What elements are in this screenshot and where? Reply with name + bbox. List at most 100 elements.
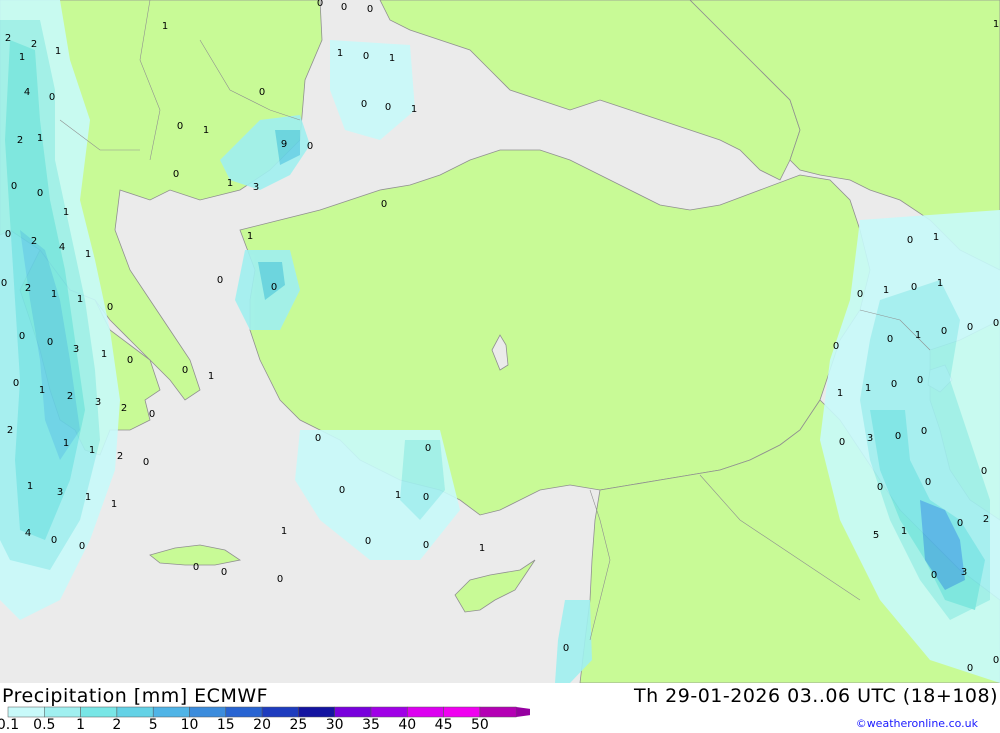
legend-swatch	[116, 706, 154, 718]
precip-value-label: 0	[425, 443, 431, 454]
legend-swatch	[80, 706, 118, 718]
precip-value-label: 4	[59, 242, 65, 253]
legend-tick-label: 10	[180, 717, 199, 733]
legend-swatch	[44, 706, 81, 718]
precip-value-label: 0	[361, 99, 367, 110]
precip-value-label: 1	[915, 330, 921, 341]
precip-value-label: 0	[221, 567, 227, 578]
precip-value-label: 1	[337, 48, 343, 59]
legend-swatch	[225, 706, 263, 718]
precip-value-label: 0	[271, 282, 277, 293]
precip-value-label: 0	[143, 457, 149, 468]
legend-tick-label: 45	[434, 717, 453, 733]
precip-value-label: 0	[79, 541, 85, 552]
precip-value-label: 0	[857, 289, 863, 300]
precip-value-label: 0	[993, 318, 999, 329]
precipitation-map: 22114 02 10024112101003 1012320211201131004…	[0, 0, 1000, 683]
precip-value-label: 0	[182, 365, 188, 376]
precip-value-label: 0	[941, 326, 947, 337]
precip-value-label: 0	[49, 92, 55, 103]
precip-value-label: 0	[891, 379, 897, 390]
precip-value-label: 1	[937, 278, 943, 289]
legend-swatch	[370, 706, 408, 718]
legend-tick-label: 1	[76, 717, 86, 733]
precip-value-label: 1	[51, 289, 57, 300]
precip-value-label: 0	[13, 378, 19, 389]
precip-value-label: 0	[423, 540, 429, 551]
legend-swatch	[152, 706, 190, 718]
precip-value-label: 1	[27, 481, 33, 492]
precip-value-label: 1	[19, 52, 25, 63]
precip-value-label: 0	[381, 199, 387, 210]
precip-value-label: 2	[7, 425, 13, 436]
precip-value-label: 1	[208, 371, 214, 382]
precip-value-label: 1	[395, 490, 401, 501]
precip-value-label: 0	[47, 337, 53, 348]
precip-value-label: 0	[833, 341, 839, 352]
precip-value-label: 1	[281, 526, 287, 537]
precip-value-label: 0	[11, 181, 17, 192]
precip-value-label: 1	[39, 385, 45, 396]
precip-value-label: 0	[839, 437, 845, 448]
precip-value-label: 0	[19, 331, 25, 342]
precip-value-label: 0	[895, 431, 901, 442]
precip-value-label: 3	[253, 182, 259, 193]
precip-value-label: 0	[177, 121, 183, 132]
precip-value-label: 4	[25, 528, 31, 539]
precip-value-label: 0	[877, 482, 883, 493]
precip-value-label: 0	[911, 282, 917, 293]
legend-tick-label: 25	[289, 717, 308, 733]
credit-link[interactable]: ©weatheronline.co.uk	[856, 717, 978, 730]
precip-value-label: 0	[967, 322, 973, 333]
precip-value-label: 0	[341, 2, 347, 13]
precip-value-label: 0	[907, 235, 913, 246]
legend-swatch	[443, 706, 481, 718]
precip-value-label: 3	[57, 487, 63, 498]
legend-swatch	[7, 706, 45, 718]
precip-value-label: 0	[217, 275, 223, 286]
precip-value-label: 0	[925, 477, 931, 488]
precip-value-label: 0	[315, 433, 321, 444]
legend-swatch	[334, 706, 372, 718]
precip-value-label: 0	[921, 426, 927, 437]
precip-value-label: 0	[981, 466, 987, 477]
precip-value-label: 2	[17, 135, 23, 146]
precip-value-label: 2	[31, 236, 37, 247]
precip-value-label: 2	[117, 451, 123, 462]
precip-value-label: 1	[933, 232, 939, 243]
precip-value-label: 3	[95, 397, 101, 408]
precip-value-label: 1	[203, 125, 209, 136]
legend-swatch	[479, 706, 517, 718]
precip-value-label: 1	[883, 285, 889, 296]
legend-tick-label: 20	[253, 717, 272, 733]
precip-value-label: 1	[63, 438, 69, 449]
precip-value-label: 1	[227, 178, 233, 189]
precip-value-label: 0	[363, 51, 369, 62]
precip-value-label: 4	[24, 87, 30, 98]
precip-value-label: 1	[63, 207, 69, 218]
legend-swatch	[298, 706, 335, 718]
precip-value-label: 9	[281, 139, 287, 150]
precip-value-label: 1	[85, 249, 91, 260]
precip-value-label: 0	[339, 485, 345, 496]
precip-value-label: 1	[55, 46, 61, 57]
precip-value-label: 0	[307, 141, 313, 152]
map-title: Precipitation [mm] ECMWF	[2, 685, 269, 707]
precip-value-label: 2	[31, 39, 37, 50]
precip-value-label: 0	[193, 562, 199, 573]
precip-value-label: 1	[837, 388, 843, 399]
precip-value-label: 1	[37, 133, 43, 144]
precip-value-label: 1	[101, 349, 107, 360]
precip-value-label: 1	[411, 104, 417, 115]
precip-value-label: 0	[917, 375, 923, 386]
legend-overflow-arrow	[516, 707, 530, 717]
precip-value-label: 1	[162, 21, 168, 32]
precip-value-label: 0	[107, 302, 113, 313]
precip-value-label: 0	[423, 492, 429, 503]
precip-value-label: 1	[77, 294, 83, 305]
precip-value-label: 0	[317, 0, 323, 9]
footer: Precipitation [mm] ECMWF Th 29-01-2026 0…	[0, 683, 1000, 733]
precip-value-label: 0	[1, 278, 7, 289]
precip-value-label: 2	[983, 514, 989, 525]
precip-value-label: 5	[873, 530, 879, 541]
